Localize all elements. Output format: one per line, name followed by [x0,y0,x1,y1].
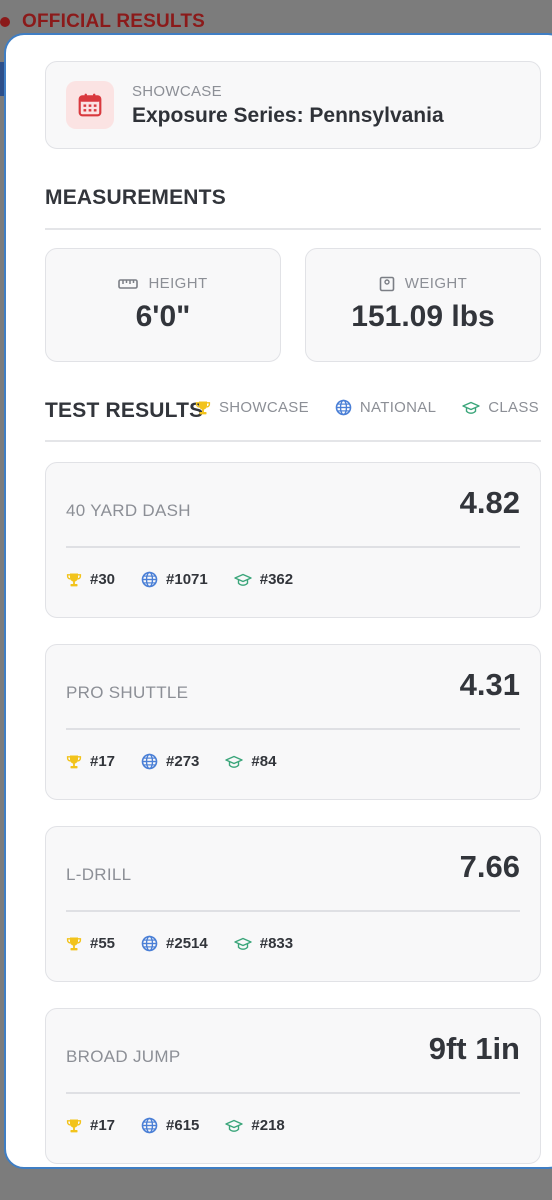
results-modal: SHOWCASE Exposure Series: Pennsylvania M… [4,33,552,1169]
background-title: OFFICIAL RESULTS [22,11,205,32]
class-rank: #218 [225,1117,285,1134]
national-rank-value: #615 [166,1117,200,1134]
rank-row: #17 #615 #218 [66,1117,285,1134]
trophy-icon [66,572,82,588]
graduation-cap-icon [225,1118,244,1134]
globe-icon [141,935,158,952]
class-rank: #362 [234,571,293,588]
test-divider [66,1092,520,1094]
legend-class-label: CLASS [488,399,539,416]
legend-national-label: NATIONAL [359,399,437,416]
test-value: 9ft 1in [428,1031,520,1066]
test-name: 40 YARD DASH [66,501,191,520]
test-card-l-drill: L-DRILL 7.66 #55 #2514 #833 [45,826,541,982]
showcase-rank: #17 [66,753,115,770]
national-rank-value: #2514 [166,935,208,952]
class-rank-value: #218 [251,1117,285,1134]
weight-card: WEIGHT 151.09 lbs [305,248,541,362]
measurements-divider [45,228,541,230]
class-rank: #84 [225,753,276,770]
national-rank: #2514 [141,935,208,952]
test-name: L-DRILL [66,865,132,884]
test-divider [66,728,520,730]
rank-row: #17 #273 #84 [66,753,276,770]
trophy-icon [66,754,82,770]
height-card: HEIGHT 6'0" [45,248,281,362]
measurements-title: MEASUREMENTS [45,186,226,209]
legend-showcase: SHOWCASE [195,399,309,416]
graduation-cap-icon [234,572,252,588]
class-rank-value: #362 [259,571,294,588]
showcase-card: SHOWCASE Exposure Series: Pennsylvania [45,61,541,149]
globe-icon [141,753,158,770]
showcase-rank-value: #30 [90,571,116,588]
legend-showcase-label: SHOWCASE [219,399,309,416]
test-card-broad-jump: BROAD JUMP 9ft 1in #17 #615 #218 [45,1008,541,1164]
national-rank-value: #273 [166,753,200,770]
test-results-title: TEST RESULTS [45,399,204,422]
test-value: 7.66 [459,849,520,884]
showcase-text: SHOWCASE Exposure Series: Pennsylvania [132,83,444,128]
showcase-rank-value: #17 [90,1117,116,1134]
national-rank: #273 [141,753,199,770]
test-card-pro-shuttle: PRO SHUTTLE 4.31 #17 #273 #84 [45,644,541,800]
test-divider [66,910,520,912]
national-rank-value: #1071 [166,571,208,588]
globe-icon [141,1117,158,1134]
class-rank-value: #84 [251,753,277,770]
test-name: BROAD JUMP [66,1047,181,1066]
legend-class: CLASS [462,399,539,416]
class-rank-value: #833 [259,935,294,952]
test-name: PRO SHUTTLE [66,683,189,702]
globe-icon [141,571,158,588]
status-dot [0,17,10,27]
test-value: 4.31 [459,667,520,702]
scale-icon [379,276,395,292]
ruler-icon [118,277,139,291]
trophy-icon [66,936,82,952]
rank-row: #30 #1071 #362 [66,571,293,588]
national-rank: #615 [141,1117,199,1134]
showcase-rank: #17 [66,1117,115,1134]
weight-value: 151.09 lbs [351,300,495,333]
showcase-label: SHOWCASE [132,82,222,100]
class-rank: #833 [234,935,293,952]
test-results-divider [45,440,541,442]
showcase-rank: #30 [66,571,115,588]
graduation-cap-icon [462,400,480,416]
graduation-cap-icon [234,936,252,952]
globe-icon [335,399,352,416]
legend-national: NATIONAL [335,399,436,416]
showcase-rank-value: #17 [90,753,116,770]
test-value: 4.82 [459,485,520,520]
height-value: 6'0" [135,300,191,333]
calendar-icon [66,81,114,129]
showcase-rank: #55 [66,935,115,952]
showcase-rank-value: #55 [90,935,116,952]
trophy-icon [195,400,211,416]
height-label: HEIGHT [148,275,208,292]
graduation-cap-icon [225,754,244,770]
test-card-40-yard-dash: 40 YARD DASH 4.82 #30 #1071 #362 [45,462,541,618]
rank-row: #55 #2514 #833 [66,935,293,952]
weight-label: WEIGHT [404,275,468,292]
national-rank: #1071 [141,571,208,588]
rank-legend: SHOWCASE NATIONAL CLASS [195,399,539,416]
trophy-icon [66,1118,82,1134]
test-divider [66,546,520,548]
showcase-name: Exposure Series: Pennsylvania [132,103,444,127]
